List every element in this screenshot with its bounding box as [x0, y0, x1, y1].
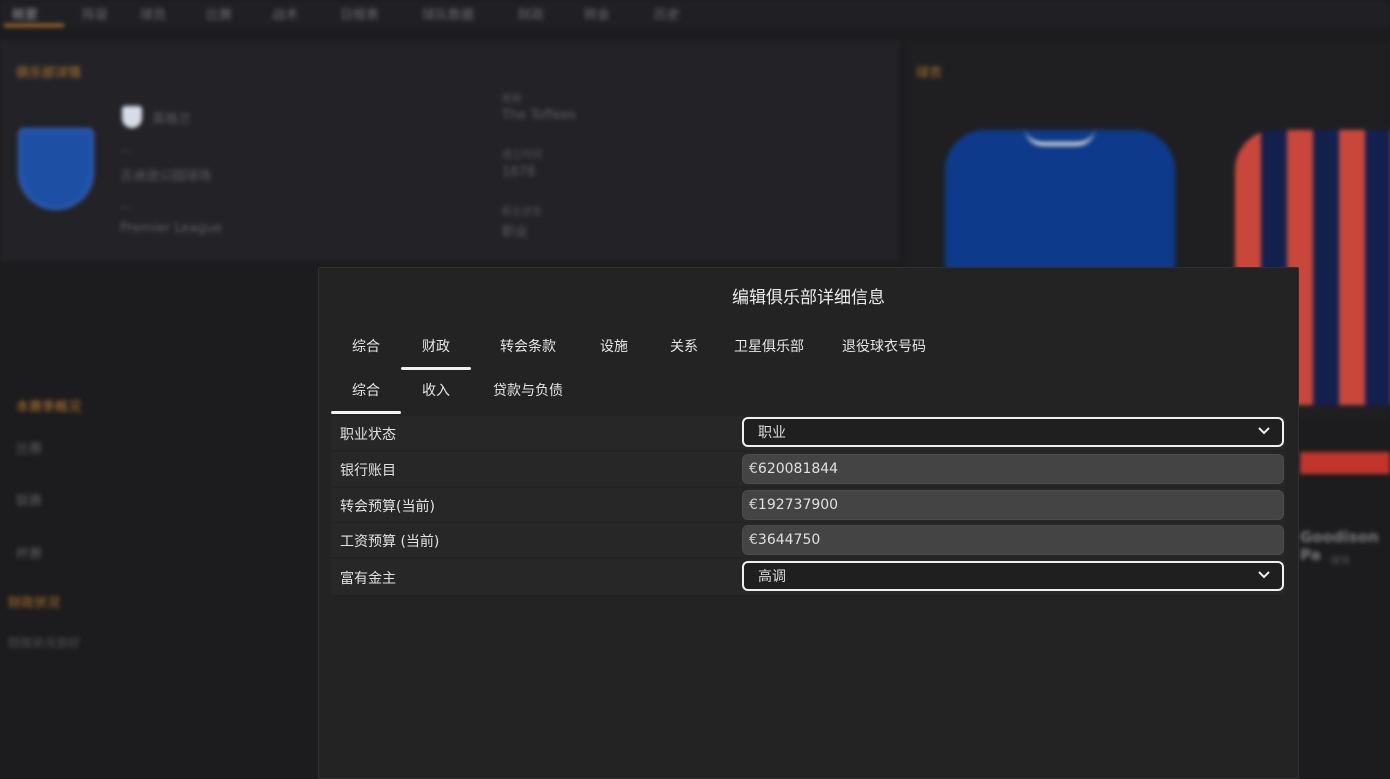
- dialog-title: 编辑俱乐部详细信息: [732, 288, 885, 308]
- row-wage-budget: 工资预算 (当前) €3644750: [331, 523, 1285, 557]
- transfer-budget-input[interactable]: €192737900: [742, 490, 1284, 520]
- tab-general[interactable]: 综合: [331, 328, 401, 370]
- club-section-title: 俱乐部详情: [16, 66, 82, 81]
- nav-item-history[interactable]: 历史: [654, 4, 680, 23]
- bank-balance-input[interactable]: €620081844: [742, 454, 1284, 484]
- kit-section-title: 球衣: [916, 66, 943, 81]
- left-item-3: 杯赛: [16, 547, 43, 562]
- transfer-budget-label: 转会预算(当前): [340, 499, 435, 515]
- left-panel: 本赛季概况 比赛 联赛 杯赛 财政状况 财政状况良好: [0, 380, 310, 774]
- home-shirt-icon: [945, 130, 1175, 270]
- sugar-daddy-label: 富有金主: [340, 571, 396, 587]
- row-sugar-daddy: 富有金主 高调: [331, 559, 1285, 595]
- left-item-1: 比赛: [16, 442, 43, 457]
- nav-active-indicator: [4, 24, 64, 27]
- tab-finances[interactable]: 财政: [401, 328, 471, 370]
- nav-item-transfers[interactable]: 转会: [584, 4, 610, 23]
- wage-budget-label: 工资预算 (当前): [340, 534, 440, 550]
- currency-symbol: €: [749, 532, 758, 548]
- tab-transfer-terms[interactable]: 转会条款: [485, 328, 571, 370]
- edit-club-details-dialog: 编辑俱乐部详细信息 综合 财政 转会条款 设施 关系 卫星俱乐部 退役球衣号码 …: [318, 267, 1299, 779]
- nav-item-overview[interactable]: 概要: [12, 4, 38, 23]
- sugar-daddy-select[interactable]: 高调: [742, 561, 1284, 591]
- subtab-general[interactable]: 综合: [331, 372, 401, 414]
- club-stadium: 古迪逊公园球场: [120, 169, 212, 184]
- tab-retired-numbers[interactable]: 退役球衣号码: [831, 328, 937, 370]
- row-professional-status: 职业状态 职业: [331, 416, 1285, 450]
- left-bottom-title: 财政状况: [8, 596, 61, 611]
- bank-balance-value: 620081844: [757, 461, 839, 477]
- top-navigation: 概要 阵容 球员 比赛 战术 日程表 球队数据 财政 转会 历史: [0, 0, 1390, 28]
- chevron-down-icon: [1258, 427, 1270, 435]
- left-item-2: 联赛: [16, 494, 43, 509]
- club-city: 英格兰: [152, 112, 192, 127]
- club-founded: 1878: [502, 165, 536, 180]
- club-league: Premier League: [120, 221, 222, 236]
- nav-item-squad[interactable]: 阵容: [82, 4, 108, 23]
- club-status-label: 职业状态: [502, 207, 542, 218]
- row-transfer-budget: 转会预算(当前) €192737900: [331, 488, 1285, 522]
- club-founded-label: 成立时间: [502, 150, 542, 161]
- bank-label: 银行账目: [340, 463, 396, 479]
- currency-symbol: €: [749, 497, 758, 513]
- nav-item-tactics[interactable]: 战术: [272, 4, 298, 23]
- subtab-income[interactable]: 收入: [401, 372, 471, 414]
- wage-budget-value: 3644750: [757, 532, 821, 548]
- sugar-daddy-value: 高调: [758, 569, 786, 585]
- club-league-label: —: [120, 203, 130, 214]
- red-badge: [1300, 452, 1390, 474]
- nav-item-players[interactable]: 球员: [140, 4, 166, 23]
- club-stadium-label: —: [120, 146, 130, 157]
- club-nickname-label: 昵称: [502, 94, 522, 105]
- status-value: 职业: [758, 425, 786, 441]
- small-crest-icon: [122, 106, 142, 128]
- nav-item-schedule[interactable]: 日程表: [340, 4, 379, 23]
- nav-item-matches[interactable]: 比赛: [206, 4, 232, 23]
- tab-affiliates[interactable]: 卫星俱乐部: [725, 328, 813, 370]
- club-nickname: The Toffees: [502, 108, 576, 123]
- status-label: 职业状态: [340, 427, 396, 443]
- left-section-title: 本赛季概况: [16, 400, 82, 415]
- club-status: 职业: [502, 225, 529, 240]
- chevron-down-icon: [1258, 571, 1270, 579]
- tab-relationships[interactable]: 关系: [649, 328, 719, 370]
- club-crest-icon: [18, 128, 94, 210]
- wage-budget-input[interactable]: €3644750: [742, 525, 1284, 555]
- transfer-budget-value: 192737900: [757, 497, 839, 513]
- nav-item-finances[interactable]: 财政: [518, 4, 544, 23]
- row-bank-balance: 银行账目 €620081844: [331, 452, 1285, 486]
- currency-symbol: €: [749, 461, 758, 477]
- tab-facilities[interactable]: 设施: [579, 328, 649, 370]
- status-select[interactable]: 职业: [742, 417, 1284, 447]
- stadium-caption: 球场: [1330, 556, 1350, 567]
- left-bottom-text: 财政状况良好: [8, 636, 81, 650]
- nav-item-team-data[interactable]: 球队数据: [422, 4, 474, 23]
- subtab-loans-debts[interactable]: 贷款与负债: [485, 372, 571, 414]
